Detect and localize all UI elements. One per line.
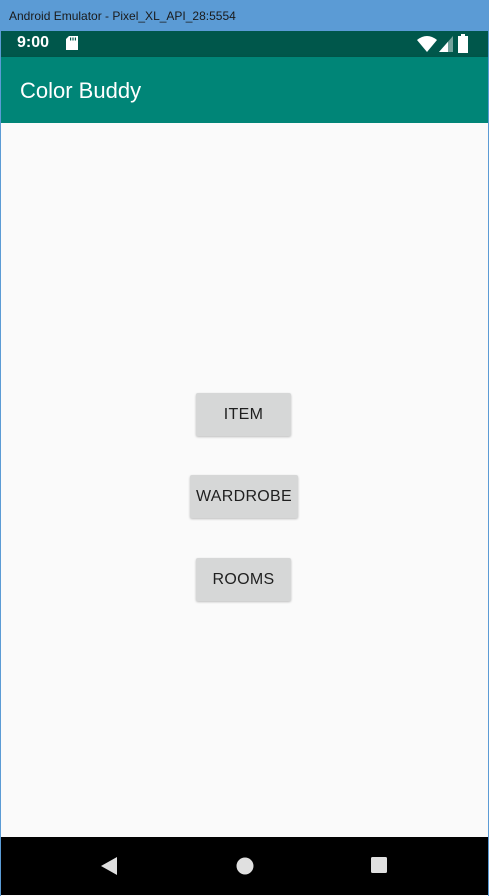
device-screen: 9:00 Color Buddy ITEM WARDROBE ROOMS [1, 31, 488, 895]
navigation-bar [1, 837, 488, 895]
window-title-bar: Android Emulator - Pixel_XL_API_28:5554 [0, 0, 489, 31]
main-content: ITEM WARDROBE ROOMS [1, 123, 488, 837]
window-title: Android Emulator - Pixel_XL_API_28:5554 [9, 8, 236, 23]
sd-card-icon [66, 36, 78, 50]
signal-icon [439, 36, 453, 52]
home-icon[interactable] [235, 856, 255, 876]
app-title: Color Buddy [20, 78, 142, 103]
emulator-window: Android Emulator - Pixel_XL_API_28:5554 … [0, 0, 489, 896]
app-bar: Color Buddy [1, 57, 488, 123]
status-time: 9:00 [17, 34, 50, 51]
item-button[interactable]: ITEM [196, 393, 291, 436]
battery-icon [458, 34, 468, 53]
wifi-icon [417, 36, 437, 52]
wardrobe-button[interactable]: WARDROBE [190, 475, 298, 518]
status-bar: 9:00 [1, 31, 488, 57]
recents-icon[interactable] [370, 856, 388, 874]
back-icon[interactable] [100, 856, 118, 876]
rooms-button[interactable]: ROOMS [196, 558, 291, 601]
